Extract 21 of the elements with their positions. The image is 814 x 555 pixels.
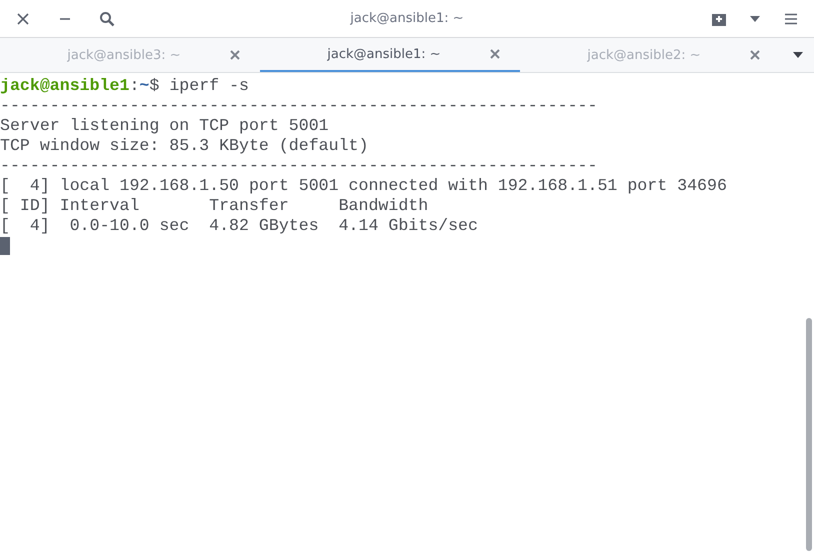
prompt-path: ~ bbox=[139, 76, 150, 96]
tab[interactable]: jack@ansible3: ~ bbox=[0, 38, 260, 72]
close-tab-icon[interactable] bbox=[228, 48, 242, 62]
scrollbar[interactable] bbox=[806, 318, 812, 551]
prompt-user-host: jack@ansible1 bbox=[0, 76, 130, 96]
prompt-separator: : bbox=[129, 76, 140, 96]
text-cursor bbox=[0, 237, 10, 255]
prompt-symbol: $ bbox=[149, 76, 160, 96]
tab[interactable]: jack@ansible1: ~ bbox=[260, 38, 520, 72]
close-tab-icon[interactable] bbox=[488, 47, 502, 61]
terminal-line: [ 4] 0.0-10.0 sec 4.82 GBytes 4.14 Gbits/sec bbox=[0, 216, 478, 236]
terminal-line: TCP window size: 85.3 KByte (default) bbox=[0, 136, 368, 156]
window-title: jack@ansible1: ~ bbox=[349, 11, 465, 26]
terminal-line: [ ID] Interval Transfer Bandwidth bbox=[0, 196, 428, 216]
command-text: iperf -s bbox=[168, 76, 249, 96]
terminal-line: Server listening on TCP port 5001 bbox=[0, 116, 329, 136]
terminal-line: [ 4] local 192.168.1.50 port 5001 connected with 192.168.1.51 port 34696 bbox=[0, 176, 727, 196]
terminal-line: ------------------------------------------------------------ bbox=[0, 156, 598, 176]
terminal-line: ------------------------------------------------------------ bbox=[0, 96, 598, 116]
tab[interactable]: jack@ansible2: ~ bbox=[520, 38, 780, 72]
close-tab-icon[interactable] bbox=[748, 48, 762, 62]
